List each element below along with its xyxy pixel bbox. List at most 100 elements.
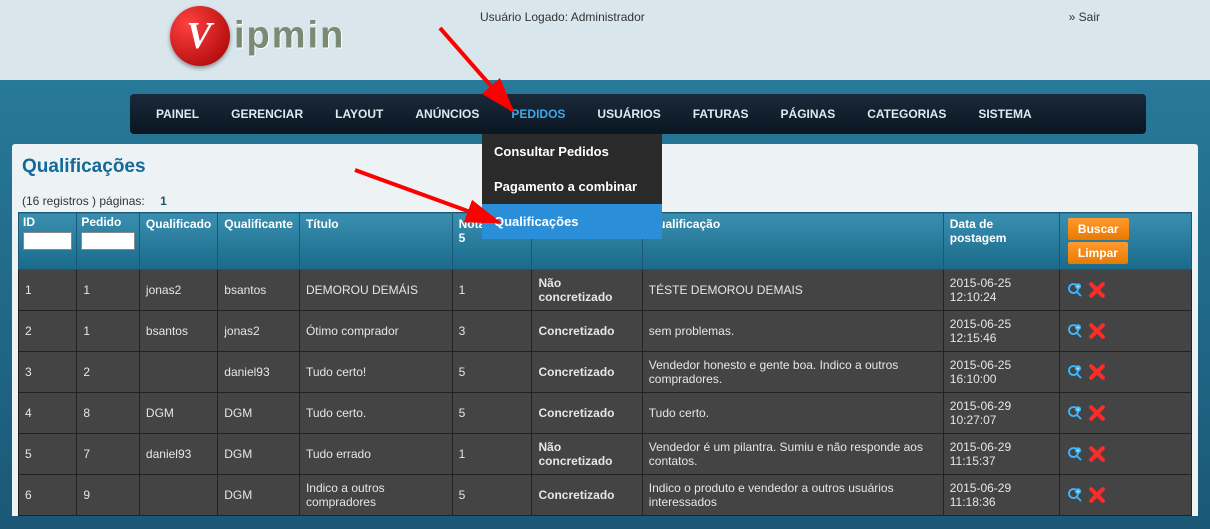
nav-item-categorias[interactable]: CATEGORIAS [851,94,962,134]
cell: bsantos [218,270,300,311]
delete-icon[interactable] [1087,362,1107,382]
col-header-2: Qualificado [139,213,217,270]
cell: 1 [19,270,77,311]
cell: 5 [452,475,532,516]
nav-item-anúncios[interactable]: ANÚNCIOS [399,94,495,134]
view-icon[interactable]: + [1066,281,1084,299]
nav-item-pedidos[interactable]: PEDIDOS [495,94,581,134]
view-icon[interactable]: + [1066,322,1084,340]
nav-item-usuários[interactable]: USUÁRIOS [581,94,676,134]
cell: 5 [19,434,77,475]
cell: 2015-06-29 11:15:37 [943,434,1059,475]
cell: Tudo certo! [299,352,452,393]
table-row: 32daniel93Tudo certo!5ConcretizadoVended… [19,352,1192,393]
actions-cell: + [1059,270,1191,311]
nav-item-sistema[interactable]: SISTEMA [962,94,1047,134]
cell [139,475,217,516]
cell: Tudo certo. [642,393,943,434]
cell: Concretizado [532,475,642,516]
cell: Vendedor é um pilantra. Sumiu e não resp… [642,434,943,475]
actions-cell: + [1059,352,1191,393]
cell: 1 [77,270,140,311]
dropdown-item-2[interactable]: Qualificações [482,204,662,239]
cell: DGM [218,393,300,434]
svg-text:+: + [1076,367,1079,373]
search-button[interactable]: Buscar [1068,218,1129,240]
cell: 5 [452,352,532,393]
table-row: 48DGMDGMTudo certo.5ConcretizadoTudo cer… [19,393,1192,434]
view-icon[interactable]: + [1066,486,1084,504]
cell: daniel93 [218,352,300,393]
view-icon[interactable]: + [1066,363,1084,381]
cell: DEMOROU DEMÁIS [299,270,452,311]
nav-item-layout[interactable]: LAYOUT [319,94,399,134]
filter-input-1[interactable] [81,232,135,250]
clear-button[interactable]: Limpar [1068,242,1128,264]
cell: bsantos [139,311,217,352]
svg-text:+: + [1076,449,1079,455]
delete-icon[interactable] [1087,280,1107,300]
cell: 2015-06-29 10:27:07 [943,393,1059,434]
table-row: 69 DGMIndico a outros compradores5Concret… [19,475,1192,516]
cell: sem problemas. [642,311,943,352]
actions-cell: + [1059,434,1191,475]
cell: Não concretizado [532,434,642,475]
cell: TÉSTE DEMOROU DEMAIS [642,270,943,311]
cell: 2015-06-29 11:18:36 [943,475,1059,516]
cell: 2015-06-25 12:10:24 [943,270,1059,311]
qualificacoes-table: IDPedidoQualificadoQualificanteTítuloNot… [18,212,1192,516]
cell: 1 [452,434,532,475]
actions-cell: + [1059,311,1191,352]
col-header-9: BuscarLimpar [1059,213,1191,270]
delete-icon[interactable] [1087,321,1107,341]
col-header-8: Data de postagem [943,213,1059,270]
view-icon[interactable]: + [1066,404,1084,422]
cell: 2 [19,311,77,352]
filter-input-0[interactable] [23,232,72,250]
cell: Concretizado [532,352,642,393]
top-bar: Vipmin Usuário Logado: Administrador » S… [0,0,1210,80]
cell: Indico a outros compradores [299,475,452,516]
cell: 2015-06-25 16:10:00 [943,352,1059,393]
cell: Não concretizado [532,270,642,311]
dropdown-item-1[interactable]: Pagamento a combinar [482,169,662,204]
delete-icon[interactable] [1087,444,1107,464]
actions-cell: + [1059,475,1191,516]
logged-user-label: Usuário Logado: Administrador [480,10,645,24]
cell: DGM [218,475,300,516]
cell: Concretizado [532,393,642,434]
logo-badge: V [170,6,230,66]
actions-cell: + [1059,393,1191,434]
dropdown-item-0[interactable]: Consultar Pedidos [482,134,662,169]
nav-item-painel[interactable]: PAINEL [140,94,215,134]
col-header-1: Pedido [77,213,140,270]
logo-text: ipmin [234,15,345,57]
logout-link[interactable]: » Sair [1069,10,1100,24]
col-header-7: Qualificação [642,213,943,270]
cell: 9 [77,475,140,516]
main-nav: PAINELGERENCIARLAYOUTANÚNCIOSPEDIDOSUSUÁ… [130,94,1146,134]
svg-text:+: + [1076,285,1079,291]
cell: Vendedor honesto e gente boa. Indico a o… [642,352,943,393]
cell: 6 [19,475,77,516]
delete-icon[interactable] [1087,485,1107,505]
cell [139,352,217,393]
col-header-4: Título [299,213,452,270]
view-icon[interactable]: + [1066,445,1084,463]
cell: Tudo certo. [299,393,452,434]
delete-icon[interactable] [1087,403,1107,423]
nav-item-faturas[interactable]: FATURAS [677,94,765,134]
cell: 1 [452,270,532,311]
col-header-3: Qualificante [218,213,300,270]
cell: 4 [19,393,77,434]
cell: 2 [77,352,140,393]
cell: jonas2 [218,311,300,352]
cell: Indico o produto e vendedor a outros usu… [642,475,943,516]
cell: 2015-06-25 12:15:46 [943,311,1059,352]
nav-item-páginas[interactable]: PÁGINAS [765,94,852,134]
logo: Vipmin [170,6,345,66]
nav-item-gerenciar[interactable]: GERENCIAR [215,94,319,134]
pager-current[interactable]: 1 [160,194,167,208]
table-row: 11jonas2bsantosDEMOROU DEMÁIS1Não concre… [19,270,1192,311]
cell: jonas2 [139,270,217,311]
